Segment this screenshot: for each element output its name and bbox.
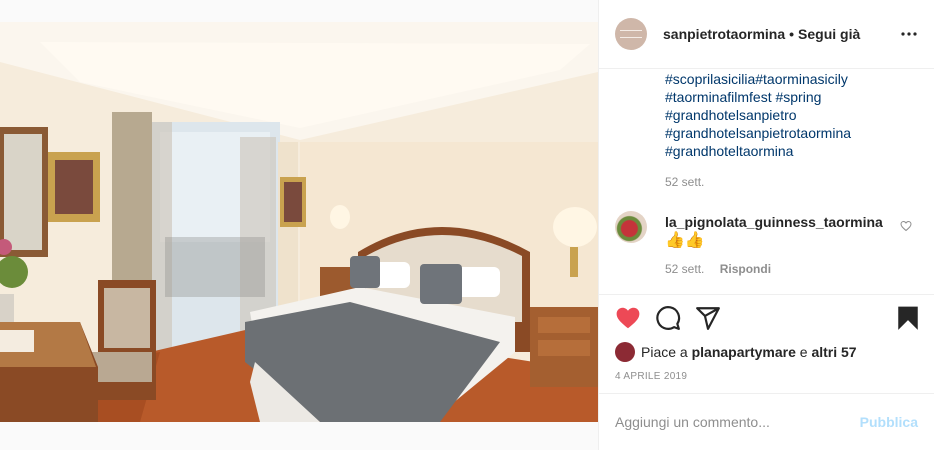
- commenter-avatar[interactable]: [615, 211, 647, 243]
- hashtag-link[interactable]: #grandhotelsanpietrotaormina: [665, 124, 851, 142]
- separator-dot: •: [789, 26, 795, 42]
- comments-list[interactable]: #scoprilasicilia#taorminasicily #taormin…: [599, 70, 934, 293]
- liker-username[interactable]: planapartymare: [692, 344, 796, 360]
- comment-meta: 52 sett. Rispondi: [665, 262, 771, 276]
- bookmark-icon[interactable]: [895, 305, 921, 331]
- more-icon[interactable]: [900, 26, 918, 42]
- liker-avatar[interactable]: [615, 342, 635, 362]
- comment-input[interactable]: Aggiungi un commento...: [615, 414, 860, 430]
- comment-icon[interactable]: [655, 305, 681, 331]
- post-header: sanpietrotaormina • Segui già: [599, 0, 934, 69]
- hashtag-link[interactable]: #grandhoteltaormina: [665, 142, 851, 160]
- likes-prefix: Piace a: [641, 344, 688, 360]
- small-heart-icon[interactable]: [900, 220, 912, 232]
- publish-button[interactable]: Pubblica: [860, 414, 918, 430]
- account-avatar[interactable]: [615, 18, 647, 50]
- action-bar: [599, 294, 934, 342]
- hashtag-link[interactable]: #grandhotelsanpietro: [665, 106, 851, 124]
- comment-text: 👍👍: [665, 232, 705, 249]
- avatar-logo-mark: [620, 30, 642, 38]
- caption-hashtags: #scoprilasicilia#taorminasicily #taormin…: [665, 70, 851, 160]
- post-image[interactable]: [0, 22, 598, 422]
- heart-icon[interactable]: [615, 305, 641, 331]
- reply-button[interactable]: Rispondi: [720, 262, 771, 276]
- hashtag-link[interactable]: #taorminafilmfest #spring: [665, 88, 851, 106]
- comment-time[interactable]: 52 sett.: [665, 262, 704, 276]
- account-username[interactable]: sanpietrotaormina: [663, 26, 785, 42]
- likes-summary: Piace a planapartymare e altri 57: [615, 342, 857, 362]
- hashtag-link[interactable]: #scoprilasicilia#taorminasicily: [665, 70, 851, 88]
- add-comment-bar: Aggiungi un commento... Pubblica: [599, 393, 934, 450]
- post-date[interactable]: 4 APRILE 2019: [615, 371, 687, 382]
- share-icon[interactable]: [695, 305, 721, 331]
- follow-button[interactable]: Segui già: [798, 26, 860, 42]
- post-sidebar: sanpietrotaormina • Segui già #scoprilas…: [598, 0, 934, 450]
- commenter-username[interactable]: la_pignolata_guinness_taormina: [665, 214, 883, 230]
- caption-time[interactable]: 52 sett.: [665, 175, 704, 189]
- likes-conj: e: [799, 344, 808, 360]
- likes-others-link[interactable]: altri 57: [811, 344, 856, 360]
